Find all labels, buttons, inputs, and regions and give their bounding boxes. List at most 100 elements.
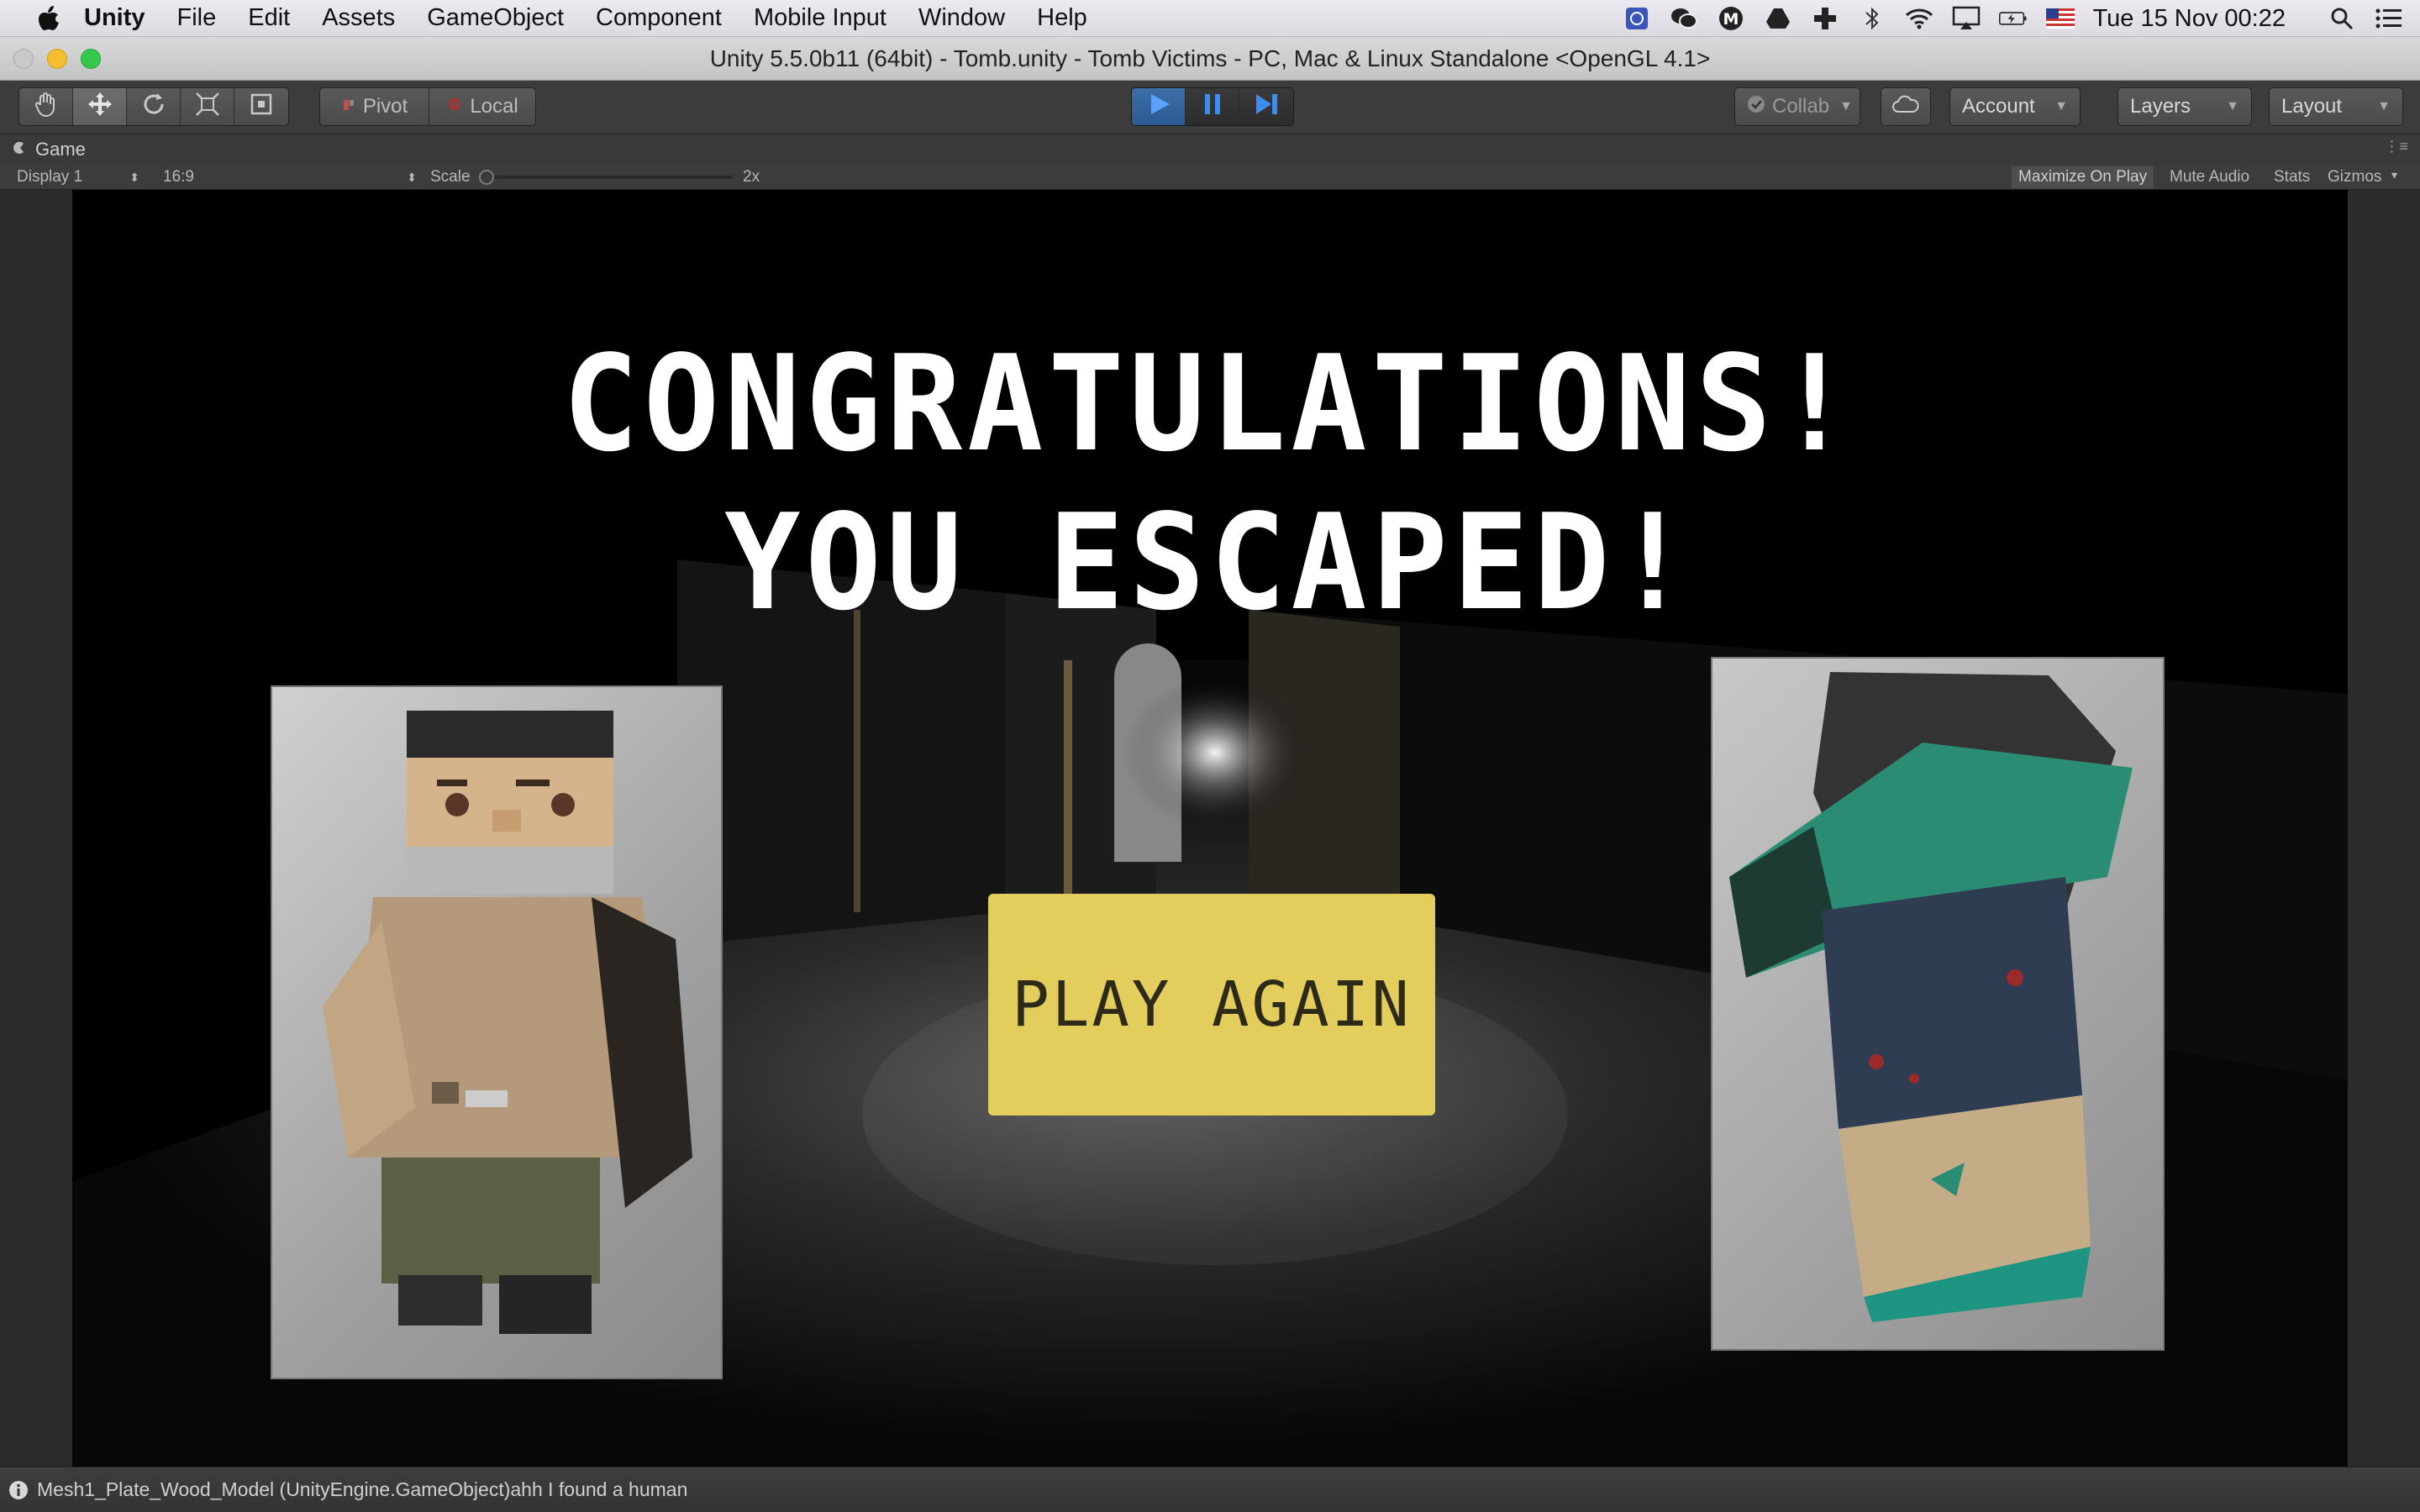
display-dropdown[interactable]: Display 1 ⬍ (17, 165, 139, 190)
move-icon (87, 91, 113, 123)
info-icon (8, 1480, 29, 1500)
updown-icon: ⬍ (129, 170, 139, 184)
cloud-icon (1891, 95, 1920, 119)
chevron-down-icon: ▼ (2054, 99, 2068, 113)
scale-slider-handle[interactable] (479, 170, 494, 185)
menu-component[interactable]: Component (596, 4, 722, 32)
rect-tool-button[interactable] (234, 88, 288, 125)
play-button[interactable] (1132, 88, 1186, 125)
chevron-down-icon: ▼ (2377, 99, 2391, 113)
scale-icon (194, 91, 221, 123)
status-area: M Tue 15 Nov 00:22 (1604, 0, 2403, 37)
move-tool-button[interactable] (73, 88, 127, 125)
zombie-character-image (1729, 672, 2133, 1322)
zombie-portrait (1711, 657, 2165, 1351)
bluetooth-icon[interactable] (1858, 4, 1886, 33)
game-view[interactable]: CONGRATULATIONS! YOU ESCAPED! PLAY AGAIN (72, 190, 2348, 1467)
scale-slider-track[interactable] (484, 176, 733, 179)
notification-center-icon[interactable] (2375, 4, 2403, 33)
step-icon (1253, 92, 1280, 123)
pause-button[interactable] (1186, 88, 1239, 125)
hand-tool-button[interactable] (19, 88, 73, 125)
display-label: Display 1 (17, 168, 83, 186)
menu-mobile-input[interactable]: Mobile Input (754, 4, 886, 32)
tab-game[interactable]: Game (12, 134, 86, 165)
rotate-icon (140, 91, 167, 123)
updown-icon: ⬍ (407, 170, 417, 184)
tab-menu-icon[interactable]: ⋮≡ (2384, 138, 2408, 155)
scale-tool-button[interactable] (181, 88, 234, 125)
wifi-icon[interactable] (1905, 4, 1933, 33)
window-close-button[interactable] (13, 49, 34, 69)
chevron-down-icon[interactable]: ▾ (2391, 168, 2397, 182)
menu-file[interactable]: File (177, 4, 217, 32)
transform-tools (18, 87, 289, 126)
wechat-icon[interactable] (1670, 4, 1698, 33)
playback-controls (1131, 87, 1294, 126)
window-title-bar: Unity 5.5.0b11 (64bit) - Tomb.unity - To… (0, 37, 2420, 81)
collab-check-icon (1747, 95, 1765, 119)
maximize-on-play-toggle[interactable]: Maximize On Play (2012, 166, 2154, 188)
window-zoom-button[interactable] (81, 49, 101, 69)
scale-label: Scale (430, 168, 471, 186)
local-button[interactable]: Local (429, 88, 535, 125)
survivor-portrait (271, 685, 723, 1379)
game-controller-icon (12, 139, 27, 160)
menu-app-unity[interactable]: Unity (84, 4, 145, 32)
window-minimize-button[interactable] (47, 49, 67, 69)
game-view-toolbar: Display 1 ⬍ 16:9 ⬍ Scale 2x Maximize On … (0, 165, 2420, 190)
menu-bar: Unity File Edit Assets GameObject Compon… (0, 0, 2420, 37)
account-label: Account (1962, 95, 2035, 118)
m-app-icon[interactable]: M (1717, 4, 1745, 33)
game-tab-header: Game ⋮≡ (0, 134, 2420, 165)
airplay-icon[interactable] (1952, 4, 1981, 33)
window-title: Unity 5.5.0b11 (64bit) - Tomb.unity - To… (709, 45, 1711, 71)
unity-toolbar: Pivot Local Collab ▼ Account ▼ Layers ▼ (0, 81, 2420, 134)
step-button[interactable] (1239, 88, 1293, 125)
tray-app-icon[interactable] (1623, 4, 1651, 33)
cloud-button[interactable] (1881, 87, 1931, 126)
spotlight-icon[interactable] (2328, 4, 2356, 33)
play-again-button[interactable]: PLAY AGAIN (988, 894, 1435, 1116)
gizmos-dropdown[interactable]: Gizmos (2321, 166, 2388, 188)
layout-label: Layout (2281, 95, 2343, 118)
chevron-down-icon: ▼ (1839, 99, 1853, 113)
us-flag-icon[interactable] (2045, 4, 2075, 33)
collab-label: Collab (1772, 95, 1830, 118)
menu-edit[interactable]: Edit (248, 4, 290, 32)
rect-tool-icon (248, 91, 275, 123)
aspect-dropdown[interactable]: 16:9 ⬍ (163, 165, 417, 190)
account-dropdown[interactable]: Account ▼ (1949, 87, 2081, 126)
collab-dropdown[interactable]: Collab ▼ (1734, 87, 1860, 126)
menu-help[interactable]: Help (1037, 4, 1087, 32)
scale-value: 2x (743, 168, 760, 186)
battery-icon[interactable] (1998, 4, 2028, 33)
console-status-bar[interactable]: Mesh1_Plate_Wood_Model (UnityEngine.Game… (0, 1467, 2420, 1512)
svg-text:M: M (1723, 10, 1739, 29)
layers-dropdown[interactable]: Layers ▼ (2118, 87, 2252, 126)
stats-toggle[interactable]: Stats (2267, 166, 2317, 188)
pause-icon (1202, 92, 1223, 123)
layers-label: Layers (2130, 95, 2191, 118)
survivor-character-image (323, 711, 692, 1334)
rotate-tool-button[interactable] (127, 88, 181, 125)
local-label: Local (470, 95, 518, 118)
pivot-local-group: Pivot Local (319, 87, 536, 126)
apple-icon[interactable] (34, 2, 64, 35)
hand-icon (33, 91, 60, 123)
menu-gameobject[interactable]: GameObject (427, 4, 564, 32)
title-line-congratulations: CONGRATULATIONS! (562, 328, 1858, 481)
menu-assets[interactable]: Assets (322, 4, 395, 32)
drive-icon[interactable] (1764, 4, 1792, 33)
layout-dropdown[interactable]: Layout ▼ (2269, 87, 2403, 126)
mute-audio-toggle[interactable]: Mute Audio (2163, 166, 2256, 188)
menu-window[interactable]: Window (918, 4, 1005, 32)
pivot-button[interactable]: Pivot (320, 88, 429, 125)
title-line-escaped: YOU ESCAPED! (724, 486, 1696, 640)
plus-app-icon[interactable] (1811, 4, 1839, 33)
local-icon (446, 95, 463, 118)
console-message: Mesh1_Plate_Wood_Model (UnityEngine.Game… (37, 1478, 688, 1500)
aspect-label: 16:9 (163, 168, 194, 186)
pivot-icon (341, 95, 356, 118)
menubar-clock[interactable]: Tue 15 Nov 00:22 (2093, 5, 2286, 33)
